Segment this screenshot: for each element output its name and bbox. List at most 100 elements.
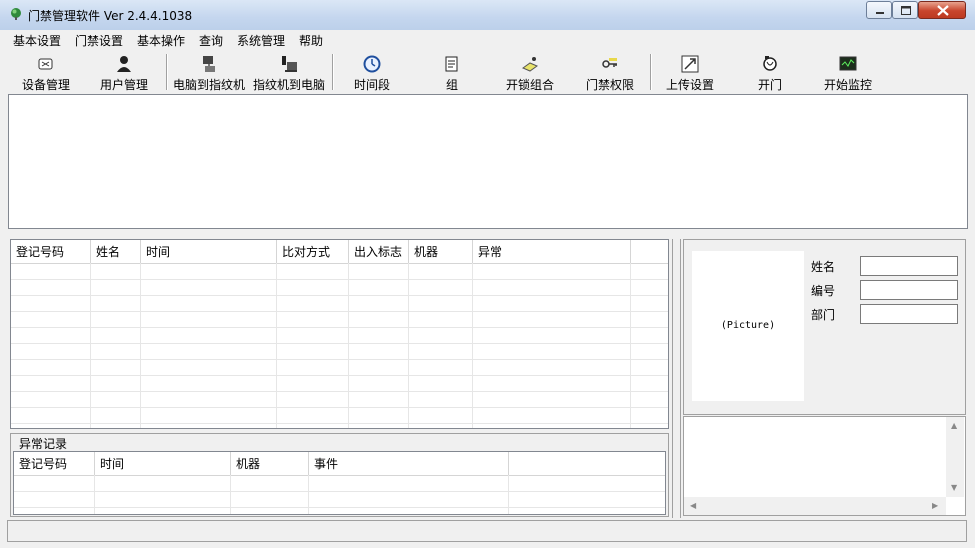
log-grid-header: 登记号码 姓名 时间 比对方式 出入标志 机器 异常 <box>11 240 668 264</box>
column-header-enroll-no[interactable]: 登记号码 <box>11 240 91 263</box>
grid-row-line <box>11 391 668 392</box>
window-title: 门禁管理软件 Ver 2.4.4.1038 <box>28 9 193 23</box>
menu-basic-settings[interactable]: 基本设置 <box>13 32 61 49</box>
grid-column-line <box>472 263 473 428</box>
menu-basic-operations[interactable]: 基本操作 <box>137 32 185 49</box>
open-door-label: 开门 <box>757 78 782 92</box>
grid-row-line <box>14 491 665 492</box>
maximize-icon <box>901 6 911 15</box>
abnormal-records-title: 异常记录 <box>18 435 69 452</box>
column-header-machine[interactable]: 机器 <box>409 240 473 263</box>
id-field[interactable] <box>860 280 958 300</box>
picture-placeholder: (Picture) <box>720 320 776 331</box>
column-header-time[interactable]: 时间 <box>141 240 277 263</box>
grid-row-line <box>11 375 668 376</box>
scroll-right-arrow-icon[interactable]: ▶ <box>932 501 938 510</box>
grid-column-line <box>308 475 309 514</box>
user-icon <box>117 56 131 72</box>
open-door-button[interactable]: 开门 <box>738 52 802 92</box>
clock-icon <box>363 55 381 73</box>
dept-field[interactable] <box>860 304 958 324</box>
grid-row-line <box>11 423 668 424</box>
minimize-icon <box>876 12 884 14</box>
device-management-label: 设备管理 <box>21 78 70 92</box>
scroll-down-arrow-icon[interactable]: ▼ <box>951 483 957 492</box>
grid-column-line <box>276 263 277 428</box>
device-to-pc-icon <box>282 56 297 72</box>
horizontal-scrollbar[interactable]: ◀ ▶ <box>684 497 946 515</box>
time-period-label: 时间段 <box>353 78 390 92</box>
pc-to-device-label: 电脑到指纹机 <box>172 78 245 92</box>
pc-to-device-icon <box>203 56 215 72</box>
grid-column-line <box>408 263 409 428</box>
minimize-button[interactable] <box>866 1 892 19</box>
menu-query[interactable]: 查询 <box>199 32 223 49</box>
device-to-pc-button[interactable]: 指纹机到电脑 <box>250 52 328 92</box>
toolbar-separator <box>650 54 652 90</box>
globe-icon <box>11 8 21 20</box>
scroll-left-arrow-icon[interactable]: ◀ <box>690 501 696 510</box>
grid-row-line <box>11 311 668 312</box>
user-management-button[interactable]: 用户管理 <box>92 52 156 92</box>
grid-row-line <box>11 295 668 296</box>
horizontal-splitter[interactable] <box>0 231 975 237</box>
log-grid[interactable]: 登记号码 姓名 时间 比对方式 出入标志 机器 异常 <box>10 239 669 429</box>
column-header-verify-mode[interactable]: 比对方式 <box>277 240 349 263</box>
monitor-panel <box>8 94 968 229</box>
grid-row-line <box>14 507 665 508</box>
close-button[interactable] <box>918 1 966 19</box>
grid-row-line <box>11 359 668 360</box>
column-header-exception[interactable]: 异常 <box>473 240 631 263</box>
column-header-filler <box>631 240 668 263</box>
grid-column-line <box>508 475 509 514</box>
menu-access-settings[interactable]: 门禁设置 <box>75 32 123 49</box>
column-header-enroll-no[interactable]: 登记号码 <box>14 452 95 475</box>
maximize-button[interactable] <box>892 1 918 19</box>
column-header-filler <box>509 452 665 475</box>
menu-system-management[interactable]: 系统管理 <box>237 32 285 49</box>
grid-row-line <box>11 279 668 280</box>
name-label: 姓名 <box>811 260 836 274</box>
status-bar <box>7 520 967 542</box>
key-icon <box>602 58 617 68</box>
start-monitoring-button[interactable]: 开始监控 <box>816 52 880 92</box>
start-monitoring-label: 开始监控 <box>823 78 872 92</box>
grid-column-line <box>140 263 141 428</box>
grid-row-line <box>11 343 668 344</box>
access-permission-button[interactable]: 门禁权限 <box>578 52 642 92</box>
abnormal-grid[interactable]: 登记号码 时间 机器 事件 <box>13 451 666 515</box>
column-header-name[interactable]: 姓名 <box>91 240 141 263</box>
toolbar-separator <box>332 54 334 90</box>
time-period-button[interactable]: 时间段 <box>340 52 404 92</box>
monitor-icon <box>839 56 857 71</box>
device-icon <box>38 58 53 70</box>
toolbar: 设备管理 用户管理 电脑到指纹机 指纹机到电脑 时间段 组 开锁组合 门禁权限 … <box>0 50 975 94</box>
grid-column-line <box>348 263 349 428</box>
group-icon <box>445 56 458 72</box>
upload-settings-button[interactable]: 上传设置 <box>658 52 722 92</box>
name-field[interactable] <box>860 256 958 276</box>
upload-settings-label: 上传设置 <box>665 78 714 92</box>
grid-row-line <box>11 327 668 328</box>
group-button[interactable]: 组 <box>420 52 484 92</box>
scroll-up-arrow-icon[interactable]: ▲ <box>951 421 957 430</box>
grid-column-line <box>90 263 91 428</box>
grid-column-line <box>630 263 631 428</box>
vertical-scrollbar[interactable]: ▲ ▼ <box>946 417 964 497</box>
pc-to-device-button[interactable]: 电脑到指纹机 <box>170 52 248 92</box>
vertical-splitter[interactable] <box>672 239 681 518</box>
close-icon <box>937 5 949 16</box>
menu-help[interactable]: 帮助 <box>299 32 323 49</box>
user-management-label: 用户管理 <box>99 78 148 92</box>
abnormal-grid-header: 登记号码 时间 机器 事件 <box>14 452 665 476</box>
device-management-button[interactable]: 设备管理 <box>14 52 78 92</box>
group-label: 组 <box>445 78 458 92</box>
column-header-inout-flag[interactable]: 出入标志 <box>349 240 409 263</box>
grid-row-line <box>11 407 668 408</box>
column-header-machine[interactable]: 机器 <box>231 452 309 475</box>
column-header-event[interactable]: 事件 <box>309 452 509 475</box>
menu-bar: 基本设置 门禁设置 基本操作 查询 系统管理 帮助 <box>0 30 975 50</box>
column-header-time[interactable]: 时间 <box>95 452 231 475</box>
unlock-combination-button[interactable]: 开锁组合 <box>498 52 562 92</box>
grid-column-line <box>94 475 95 514</box>
